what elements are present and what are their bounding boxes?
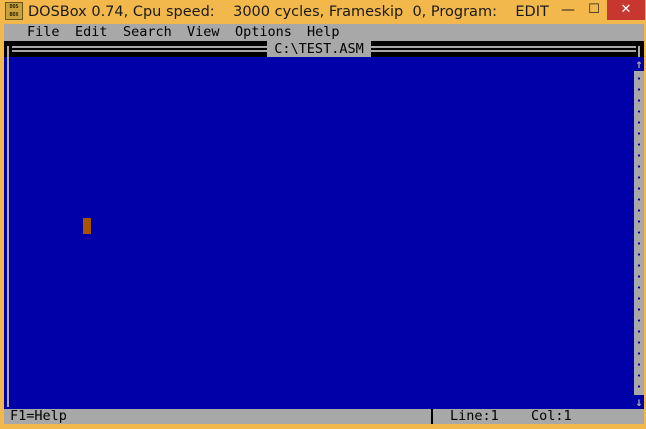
menu-file[interactable]: File: [27, 24, 60, 41]
menu-view[interactable]: View: [187, 24, 220, 41]
window-title: DOSBox 0.74, Cpu speed: 3000 cycles, Fra…: [28, 4, 549, 20]
close-button[interactable]: ✕: [607, 0, 645, 20]
frame-corner-left: [7, 46, 9, 57]
icon-text-top: DOS: [9, 4, 19, 10]
menu-edit[interactable]: Edit: [75, 24, 108, 41]
dosbox-window: DOS BOX DOSBox 0.74, Cpu speed: 3000 cyc…: [0, 0, 646, 429]
scrollbar-track[interactable]: [638, 73, 640, 391]
vertical-scrollbar[interactable]: ↑ ↓: [634, 57, 644, 409]
menu-options[interactable]: Options: [235, 24, 292, 41]
scroll-down-icon[interactable]: ↓: [634, 395, 644, 409]
text-cursor: [83, 218, 91, 234]
minimize-icon: —: [561, 2, 575, 18]
editor-frame-left: [7, 57, 9, 407]
dos-screen[interactable]: File Edit Search View Options Help C:\TE…: [4, 24, 644, 424]
editor-frame-top: C:\TEST.ASM: [4, 41, 644, 57]
menu-search[interactable]: Search: [123, 24, 172, 41]
status-help-hint: F1=Help: [10, 408, 67, 424]
menu-bar: File Edit Search View Options Help: [4, 24, 644, 41]
status-separator: [431, 409, 433, 424]
frame-corner-right: [638, 46, 640, 57]
status-column-number: Col:1: [531, 408, 572, 424]
status-bar: F1=Help Line:1 Col:1: [4, 409, 644, 424]
document-title: C:\TEST.ASM: [267, 41, 371, 57]
status-line-number: Line:1: [450, 408, 499, 424]
menu-help[interactable]: Help: [307, 24, 340, 41]
maximize-button[interactable]: ☐: [581, 0, 607, 20]
icon-text-bottom: BOX: [9, 12, 19, 18]
scroll-up-icon[interactable]: ↑: [634, 57, 644, 71]
close-icon: ✕: [620, 2, 632, 17]
title-bar[interactable]: DOS BOX DOSBox 0.74, Cpu speed: 3000 cyc…: [0, 0, 646, 24]
minimize-button[interactable]: —: [555, 0, 581, 20]
maximize-icon: ☐: [588, 2, 600, 17]
text-edit-area[interactable]: [12, 57, 634, 407]
dosbox-app-icon[interactable]: DOS BOX: [5, 2, 23, 20]
